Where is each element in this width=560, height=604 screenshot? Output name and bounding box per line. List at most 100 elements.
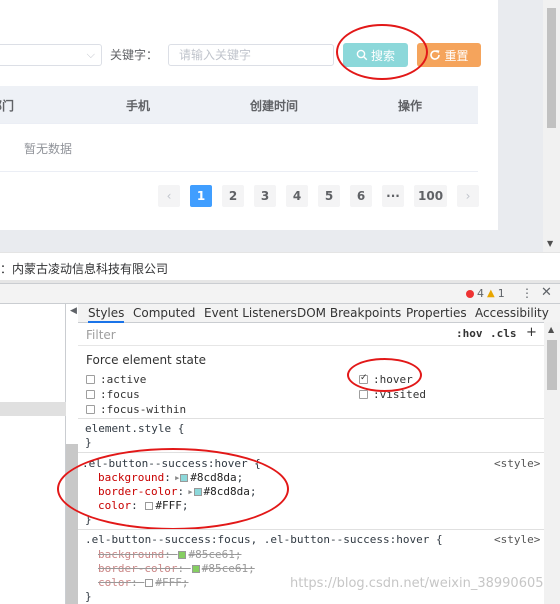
table-header: 部门 手机 创建时间 操作 — [0, 86, 478, 124]
force-state-title: Force element state — [86, 353, 206, 367]
tab-computed[interactable]: Computed — [133, 306, 195, 320]
css-declaration[interactable]: background: ▶ #8cd8da; — [98, 471, 243, 484]
css-declaration-overridden[interactable]: color: #FFF; — [98, 576, 189, 589]
focus-rule-selector[interactable]: .el-button--success:focus, .el-button--s… — [85, 533, 443, 546]
scrollbar-thumb[interactable] — [547, 8, 556, 128]
search-icon — [356, 49, 368, 61]
tab-properties[interactable]: Properties — [406, 306, 467, 320]
css-declaration-overridden[interactable]: border-color: #85ce61; — [98, 562, 255, 575]
page-button[interactable]: 4 — [286, 185, 308, 207]
devtools-toolbar: 4 ▲ 1 ⋮ ✕ — [0, 284, 560, 304]
rule-divider — [78, 418, 544, 419]
scrollbar-thumb[interactable] — [547, 340, 557, 390]
tab-dom-breakpoints[interactable]: DOM Breakpoints — [297, 306, 401, 320]
state-label: :focus-within — [100, 403, 187, 416]
filter-input[interactable]: Filter — [86, 328, 116, 342]
css-declaration[interactable]: color: #FFF; — [98, 499, 189, 512]
state-focus-within[interactable]: :focus-within — [86, 403, 186, 416]
error-icon — [466, 289, 474, 298]
reset-button[interactable]: 重置 — [417, 43, 481, 67]
css-property-name: background — [98, 471, 165, 484]
state-hover[interactable]: :hover — [359, 373, 413, 386]
pagination: ‹ 1 2 3 4 5 6 ··· 100 › — [158, 185, 480, 207]
elements-tree-pane — [0, 304, 78, 604]
css-property-name: background — [98, 548, 165, 561]
rule-divider — [78, 452, 544, 453]
empty-text: 暂无数据 — [24, 142, 73, 156]
state-label: :active — [100, 373, 147, 386]
tab-accessibility[interactable]: Accessibility — [475, 306, 549, 320]
watermark: https://blog.csdn.net/weixin_38990605 — [290, 576, 544, 591]
column-header-created: 创建时间 — [250, 99, 299, 113]
page-button[interactable]: 5 — [318, 185, 340, 207]
tab-event-listeners[interactable]: Event Listeners — [204, 306, 297, 320]
color-swatch[interactable] — [178, 551, 187, 559]
company-name: ：内蒙古凌动信息科技有限公司 — [0, 262, 169, 276]
page-scrollbar[interactable]: ▼ — [543, 0, 560, 252]
css-property-value: #8cd8da — [190, 471, 237, 484]
department-select[interactable]: ⌵ — [0, 44, 102, 66]
pane-splitter[interactable] — [66, 444, 78, 604]
css-declaration-overridden[interactable]: background: #85ce61; — [98, 548, 241, 561]
cls-toggle[interactable]: .cls — [490, 327, 517, 340]
scroll-down-icon[interactable]: ▼ — [547, 239, 553, 248]
column-header-department: 部门 — [0, 99, 15, 113]
css-declaration[interactable]: border-color: ▶ #8cd8da; — [98, 485, 257, 498]
more-options-icon[interactable]: ⋮ — [521, 286, 533, 300]
color-swatch[interactable] — [191, 565, 200, 573]
css-property-value: #85ce61 — [188, 548, 235, 561]
state-visited[interactable]: :visited — [359, 388, 426, 401]
issue-counts[interactable]: 4 ▲ 1 — [466, 287, 505, 300]
hov-toggle[interactable]: :hov — [456, 327, 483, 340]
rule-divider — [78, 529, 544, 530]
checkbox-checked[interactable] — [359, 373, 368, 384]
styles-scrollbar[interactable]: ▲ — [544, 322, 560, 604]
sidebar-tabs: ◀ Styles Computed Event Listeners DOM Br… — [70, 304, 560, 323]
rule-close-brace: } — [85, 513, 92, 526]
tabs-left-arrow-icon[interactable]: ◀ — [70, 306, 77, 316]
state-active[interactable]: :active — [86, 373, 146, 386]
selected-node-row[interactable] — [0, 402, 66, 416]
next-page-button[interactable]: › — [457, 185, 480, 207]
color-swatch[interactable] — [193, 488, 202, 496]
content-card: ⌵ 关键字： 搜索 重置 部门 手机 创建时间 操作 暂无数据 ‹ 1 2 3 … — [0, 0, 498, 230]
color-swatch[interactable] — [145, 502, 154, 510]
warning-count: 1 — [497, 287, 505, 300]
element-style-selector[interactable]: element.style { — [85, 422, 184, 435]
checkbox[interactable] — [359, 390, 368, 399]
color-swatch[interactable] — [180, 474, 189, 482]
css-property-name: color — [98, 499, 132, 512]
search-button-label: 搜索 — [370, 48, 395, 63]
state-label: :hover — [373, 373, 413, 386]
tab-styles[interactable]: Styles — [88, 306, 125, 323]
hover-rule-selector[interactable]: .el-button--success:hover { — [82, 457, 261, 470]
reset-button-label: 重置 — [444, 48, 469, 63]
focus-rule-source[interactable]: <style> — [494, 533, 540, 546]
checkbox[interactable] — [86, 375, 95, 384]
error-count: 4 — [477, 287, 484, 300]
devtools-panel: 4 ▲ 1 ⋮ ✕ ◀ Styles Computed Event Listen… — [0, 283, 560, 604]
checkbox[interactable] — [86, 390, 95, 399]
expand-triangle-icon[interactable]: ▶ — [171, 474, 179, 482]
state-focus[interactable]: :focus — [86, 388, 140, 401]
expand-triangle-icon[interactable]: ▶ — [184, 488, 192, 496]
color-swatch[interactable] — [145, 579, 154, 587]
page-button[interactable]: 2 — [222, 185, 244, 207]
page-button[interactable]: 1 — [190, 185, 212, 207]
hover-rule-source[interactable]: <style> — [494, 457, 540, 470]
css-property-value: #FFF — [155, 499, 182, 512]
page-button[interactable]: 3 — [254, 185, 276, 207]
keyword-label: 关键字： — [110, 48, 159, 62]
page-button[interactable]: 100 — [414, 185, 448, 207]
prev-page-button[interactable]: ‹ — [158, 185, 180, 207]
checkbox[interactable] — [86, 405, 95, 414]
rule-close-brace: } — [85, 436, 92, 449]
close-icon[interactable]: ✕ — [541, 285, 552, 300]
add-rule-icon[interactable]: + — [526, 325, 537, 340]
column-header-actions: 操作 — [398, 99, 423, 113]
page-ellipsis[interactable]: ··· — [382, 185, 404, 207]
search-button[interactable]: 搜索 — [343, 43, 408, 67]
page-button[interactable]: 6 — [350, 185, 372, 207]
scroll-up-icon[interactable]: ▲ — [548, 325, 554, 334]
keyword-input[interactable] — [168, 44, 334, 66]
